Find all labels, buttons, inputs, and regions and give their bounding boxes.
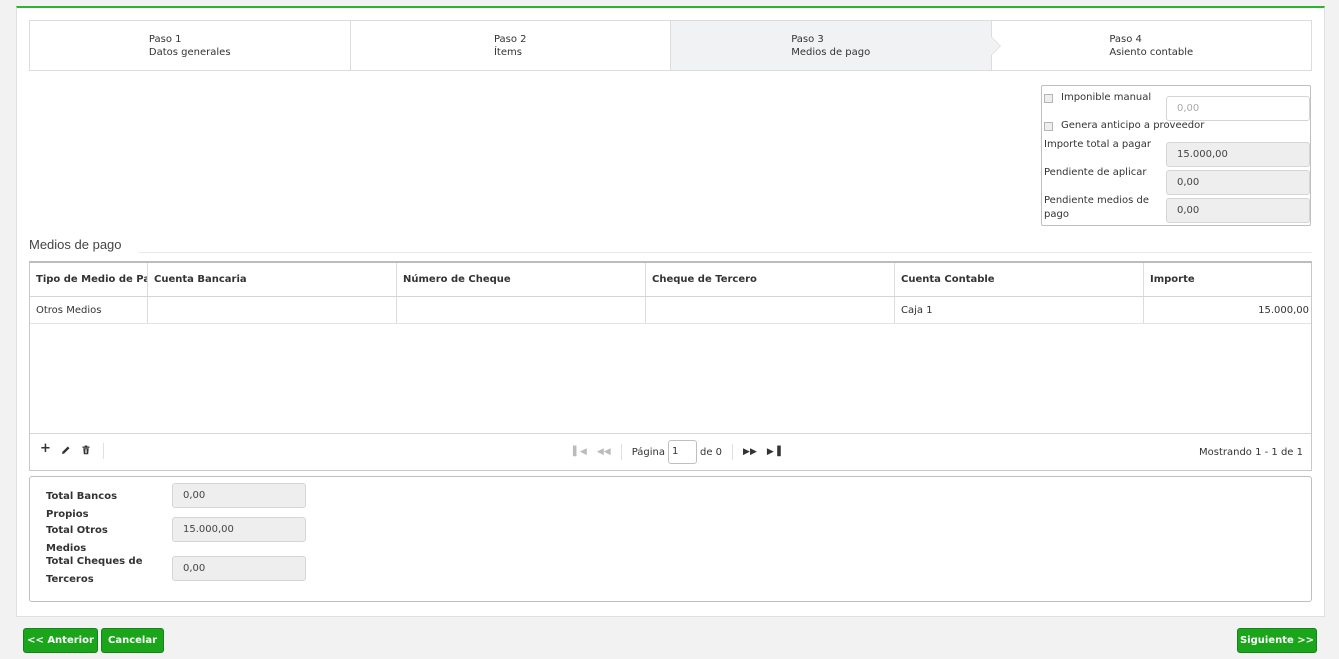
- previous-button[interactable]: << Anterior: [23, 628, 98, 653]
- anticipo-row: Genera anticipo a proveedor: [1044, 119, 1204, 133]
- anticipo-checkbox[interactable]: [1044, 121, 1053, 131]
- grid-footer: + ▌◀ ◀◀ Página 1 de 0 ▶▶ ▶▐ Mostrando 1 …: [30, 433, 1311, 470]
- wizard-step-3[interactable]: Paso 3 Medios de pago: [671, 21, 1000, 70]
- page-label: Página: [631, 446, 665, 458]
- page-input[interactable]: 1: [668, 440, 697, 464]
- wizard-step-1[interactable]: Paso 1 Datos generales: [30, 21, 351, 70]
- total-cheques-field: 0,00: [172, 556, 306, 581]
- main-panel: Paso 1 Datos generales Paso 2 Ítems Paso…: [16, 6, 1325, 617]
- edit-icon[interactable]: [61, 444, 71, 458]
- grid-header: Tipo de Medio de Pago Cuenta Bancaria Nú…: [30, 263, 1311, 297]
- pendiente-medios-field: 0,00: [1166, 198, 1310, 223]
- next-page-icon[interactable]: ▶▶: [743, 447, 757, 457]
- pendiente-aplicar-label: Pendiente de aplicar: [1044, 167, 1147, 178]
- cancel-button[interactable]: Cancelar: [101, 628, 164, 653]
- add-icon[interactable]: +: [40, 442, 51, 456]
- next-button[interactable]: Siguiente >>: [1237, 628, 1317, 653]
- payment-methods-grid: Tipo de Medio de Pago Cuenta Bancaria Nú…: [29, 261, 1312, 471]
- step-title: Asiento contable: [1109, 46, 1194, 58]
- step-title: Ítems: [493, 46, 522, 58]
- pendiente-medios-row: Pendiente medios de pago: [1044, 194, 1154, 222]
- step-number: Paso 4: [1109, 33, 1142, 45]
- wizard-step-4[interactable]: Paso 4 Asiento contable: [992, 21, 1312, 70]
- cell-importe: 15.000,00: [1258, 304, 1309, 316]
- total-otros-field: 15.000,00: [172, 517, 306, 542]
- pager-divider: [620, 444, 622, 460]
- column-header[interactable]: Tipo de Medio de Pago: [30, 263, 148, 296]
- importe-total-label: Importe total a pagar: [1044, 139, 1151, 150]
- section-title: Medios de pago: [29, 237, 122, 252]
- column-header[interactable]: Número de Cheque: [397, 263, 646, 296]
- last-page-icon[interactable]: ▶▐: [767, 447, 781, 457]
- column-header[interactable]: Importe: [1144, 263, 1311, 296]
- total-cheques-label: Total Cheques de Terceros: [46, 556, 143, 585]
- cell-tipo: Otros Medios: [30, 297, 148, 323]
- cell-cheque-tercero: [646, 297, 895, 323]
- importe-total-row: Importe total a pagar: [1044, 138, 1151, 152]
- step-number: Paso 2: [493, 33, 527, 45]
- page-of-label: de 0: [700, 446, 723, 458]
- imponible-row: Imponible manual: [1044, 91, 1151, 105]
- step-number: Paso 1: [148, 33, 182, 45]
- step-title: Medios de pago: [791, 46, 871, 58]
- pendiente-medios-label: Pendiente medios de pago: [1044, 195, 1150, 220]
- cell-numero-cheque: [397, 297, 646, 323]
- prev-page-icon[interactable]: ◀◀: [597, 447, 611, 457]
- total-bancos-field: 0,00: [172, 483, 306, 508]
- payment-summary: Imponible manual 0,00 Genera anticipo a …: [1041, 85, 1311, 226]
- importe-total-field: 15.000,00: [1166, 142, 1310, 167]
- step-title: Datos generales: [148, 46, 231, 58]
- column-header[interactable]: Cuenta Bancaria: [148, 263, 397, 296]
- step-number: Paso 3: [791, 33, 824, 45]
- cell-cuenta-contable: Caja 1: [895, 297, 1144, 323]
- wizard-step-2[interactable]: Paso 2 Ítems: [351, 21, 671, 70]
- records-count: Mostrando 1 - 1 de 1: [1198, 447, 1303, 458]
- column-header[interactable]: Cheque de Tercero: [646, 263, 895, 296]
- imponible-input[interactable]: 0,00: [1166, 96, 1310, 121]
- column-header[interactable]: Cuenta Contable: [895, 263, 1144, 296]
- delete-icon[interactable]: [81, 444, 91, 458]
- wizard-steps: Paso 1 Datos generales Paso 2 Ítems Paso…: [29, 20, 1312, 71]
- anticipo-label: Genera anticipo a proveedor: [1061, 120, 1205, 131]
- pager: ▌◀ ◀◀ Página 1 de 0 ▶▶ ▶▐: [573, 440, 791, 464]
- imponible-checkbox[interactable]: [1044, 93, 1053, 103]
- table-row[interactable]: Otros Medios Caja 1 15.000,00: [30, 297, 1311, 324]
- pager-divider: [732, 444, 734, 460]
- toolbar-divider: [103, 443, 104, 459]
- imponible-label: Imponible manual: [1061, 92, 1152, 103]
- first-page-icon[interactable]: ▌◀: [573, 447, 587, 457]
- totals-box: Total Bancos Propios 0,00 Total Otros Me…: [29, 476, 1312, 602]
- total-bancos-label: Total Bancos Propios: [46, 491, 118, 520]
- pendiente-aplicar-field: 0,00: [1166, 170, 1310, 195]
- section-divider: [139, 252, 1312, 253]
- pendiente-aplicar-row: Pendiente de aplicar: [1044, 166, 1146, 180]
- cell-cuenta-bancaria: [148, 297, 397, 323]
